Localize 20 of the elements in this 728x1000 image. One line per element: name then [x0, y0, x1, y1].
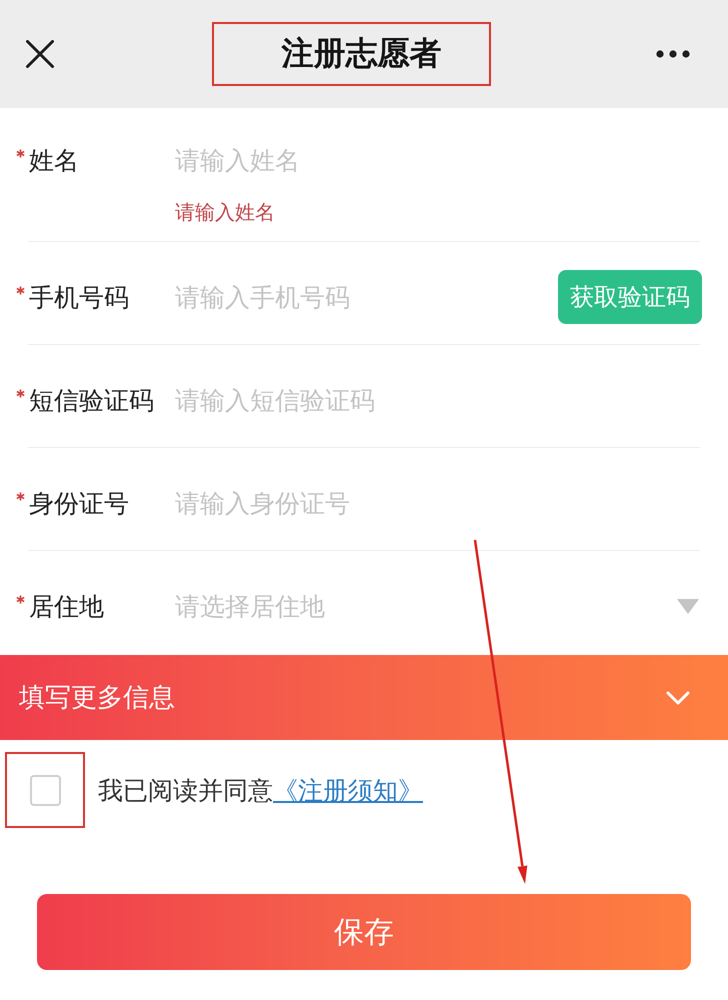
more-info-bar[interactable]: 填写更多信息	[0, 655, 728, 740]
error-text: 请输入姓名	[175, 199, 275, 225]
page-title: 注册志愿者	[282, 33, 442, 74]
field-label: 短信验证码	[29, 384, 154, 416]
input-field[interactable]: 请输入姓名	[175, 140, 700, 180]
close-icon[interactable]	[26, 40, 54, 68]
field-label: 手机号码	[29, 282, 129, 314]
save-button[interactable]: 保存	[37, 894, 691, 970]
input-field[interactable]: 请输入手机号码	[175, 277, 558, 317]
get-code-button[interactable]: 获取验证码	[558, 270, 702, 324]
select-field[interactable]: 请选择居住地	[175, 586, 677, 626]
agreement-link[interactable]: 《注册须知》	[273, 776, 423, 804]
checkbox[interactable]	[30, 774, 60, 806]
more-icon[interactable]	[656, 50, 690, 58]
agreement-text: 我已阅读并同意《注册须知》	[98, 774, 423, 806]
input-field[interactable]: 请输入短信验证码	[175, 380, 700, 420]
field-label: 身份证号	[29, 488, 129, 520]
field-label: 姓名	[29, 144, 79, 176]
input-field[interactable]: 请输入身份证号	[175, 483, 700, 523]
field-label: 居住地	[29, 590, 104, 622]
